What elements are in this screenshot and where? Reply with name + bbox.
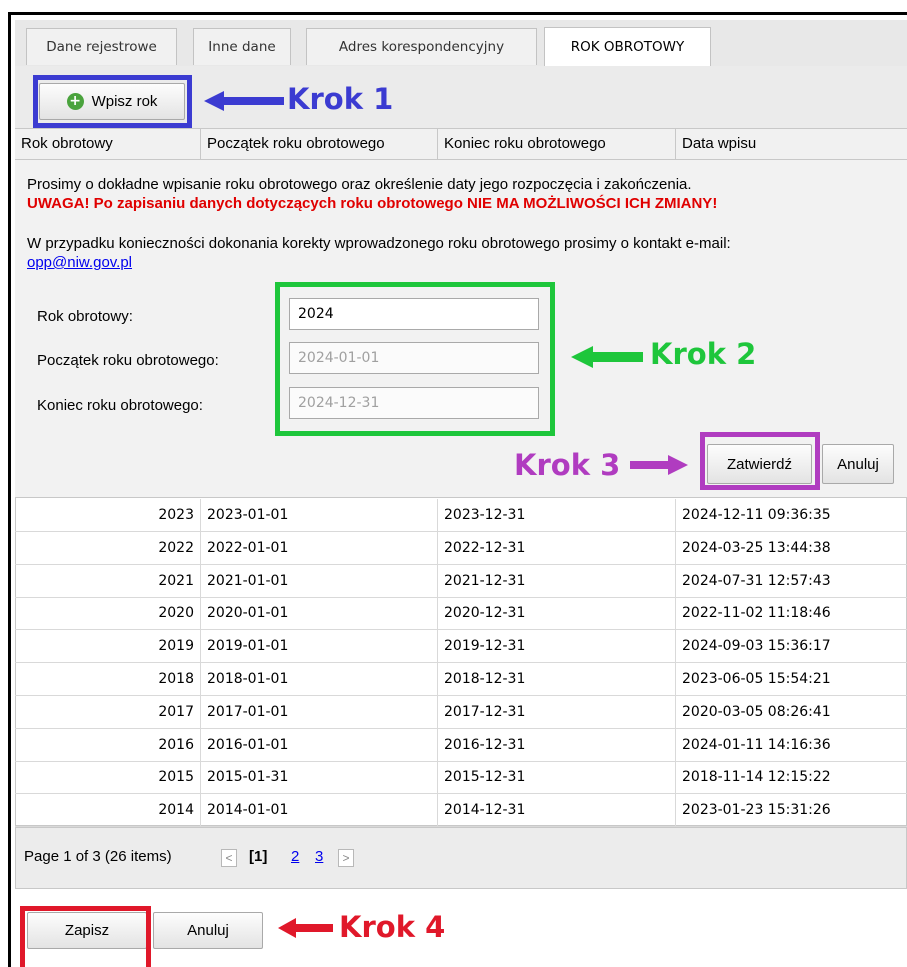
info-text: Prosimy o dokładne wpisanie roku obrotow… [27,176,692,193]
prev-page-button[interactable]: < [221,849,237,867]
contact-text: W przypadku konieczności dokonania korek… [27,235,731,252]
row-start-date: 2015-01-31 [201,761,438,794]
row-end-date: 2014-12-31 [438,794,676,827]
row-start-date: 2019-01-01 [201,630,438,663]
header-rok-obrotowy[interactable]: Rok obrotowy [15,129,201,159]
row-year: 2019 [15,630,201,663]
row-year: 2020 [15,597,201,630]
header-koniec[interactable]: Koniec roku obrotowego [438,129,676,159]
form-cancel-button[interactable]: Anuluj [822,444,894,484]
krok4-label: Krok 4 [339,910,446,944]
row-year: 2014 [15,794,201,827]
current-page: [1] [249,848,268,865]
warning-text: UWAGA! Po zapisaniu danych dotyczących r… [27,195,718,212]
row-entry-date: 2022-11-02 11:18:46 [682,605,831,622]
row-entry-date: 2018-11-14 12:15:22 [682,769,831,786]
table-row[interactable]: 2014 2014-01-01 2014-12-31 2023-01-23 15:31… [15,794,907,828]
row-year: 2017 [15,695,201,728]
krok3-highlight [700,432,820,490]
row-start-date: 2018-01-01 [201,663,438,695]
krok1-arrow-icon [204,91,284,111]
row-year: 2015 [15,761,201,794]
row-year: 2022 [15,531,201,564]
row-start-date: 2022-01-01 [201,531,438,564]
row-entry-date: 2023-06-05 15:54:21 [682,671,831,687]
row-start-date: 2021-01-01 [201,564,438,597]
table-row[interactable]: 2017 2017-01-01 2017-12-31 2020-03-05 08:26… [15,695,907,729]
row-entry-date: 2024-09-03 15:36:17 [682,638,831,655]
table-row[interactable]: 2022 2022-01-01 2022-12-31 2024-03-25 13:44… [15,531,907,565]
krok2-arrow-icon [571,346,643,368]
header-data-wpisu[interactable]: Data wpisu [676,129,907,159]
row-year: 2023 [15,499,201,531]
header-poczatek[interactable]: Początek roku obrotowego [201,129,438,159]
row-start-date: 2016-01-01 [201,728,438,761]
row-entry-date: 2024-07-31 12:57:43 [682,572,831,589]
row-end-date: 2019-12-31 [438,630,676,663]
row-end-date: 2015-12-31 [438,761,676,794]
row-start-date: 2017-01-01 [201,695,438,728]
krok2-highlight [275,282,555,436]
table-row[interactable]: 2023 2023-01-01 2023-12-31 2024-12-11 09:36… [15,499,907,532]
row-end-date: 2017-12-31 [438,695,676,728]
row-start-date: 2014-01-01 [201,794,438,827]
krok4-arrow-icon [278,918,333,938]
tab-rok-obrotowy[interactable]: ROK OBROTOWY [544,27,711,66]
page-3-link[interactable]: 3 [315,848,323,865]
tab-bar: Dane rejestrowe Inne dane Adres korespon… [15,20,907,67]
krok1-label: Krok 1 [287,82,394,116]
row-entry-date: 2024-01-11 14:16:36 [682,736,831,753]
row-end-date: 2020-12-31 [438,597,676,630]
table-row[interactable]: 2018 2018-01-01 2018-12-31 2023-06-05 15:54… [15,663,907,696]
tab-inne-dane[interactable]: Inne dane [193,28,291,65]
table-row[interactable]: 2021 2021-01-01 2021-12-31 2024-07-31 12:57… [15,564,907,598]
row-year: 2018 [15,663,201,695]
row-end-date: 2018-12-31 [438,663,676,695]
row-entry-date: 2024-12-11 09:36:35 [682,507,831,523]
row-end-date: 2022-12-31 [438,531,676,564]
email-link[interactable]: opp@niw.gov.pl [27,254,132,271]
row-entry-date: 2023-01-23 15:31:26 [682,802,831,819]
tab-adres-korespondencyjny[interactable]: Adres korespondencyjny [306,28,537,65]
table-row[interactable]: 2016 2016-01-01 2016-12-31 2024-01-11 14:16… [15,728,907,762]
krok1-highlight [33,75,192,128]
table-row[interactable]: 2020 2020-01-01 2020-12-31 2022-11-02 11:18… [15,597,907,631]
page-2-link[interactable]: 2 [291,848,299,865]
start-label: Początek roku obrotowego: [37,352,219,369]
next-page-button[interactable]: > [338,849,354,867]
year-label: Rok obrotowy: [37,308,133,325]
row-end-date: 2016-12-31 [438,728,676,761]
krok3-label: Krok 3 [514,448,621,482]
cancel-button[interactable]: Anuluj [153,912,263,949]
grid-header: Rok obrotowy Początek roku obrotowego Ko… [15,128,907,160]
row-end-date: 2023-12-31 [438,499,676,531]
table-row[interactable]: 2015 2015-01-31 2015-12-31 2018-11-14 12:15… [15,761,907,795]
row-start-date: 2023-01-01 [201,499,438,531]
row-year: 2021 [15,564,201,597]
row-start-date: 2020-01-01 [201,597,438,630]
krok3-arrow-icon [630,455,688,475]
krok2-label: Krok 2 [650,337,757,371]
tab-dane-rejestrowe[interactable]: Dane rejestrowe [26,28,177,65]
table-row[interactable]: 2019 2019-01-01 2019-12-31 2024-09-03 15:36… [15,630,907,664]
pager: Page 1 of 3 (26 items) < [1] 2 3 > [15,827,907,889]
row-entry-date: 2020-03-05 08:26:41 [682,703,831,720]
row-end-date: 2021-12-31 [438,564,676,597]
krok4-highlight [20,906,151,967]
end-label: Koniec roku obrotowego: [37,397,203,414]
row-entry-date: 2024-03-25 13:44:38 [682,539,831,556]
row-year: 2016 [15,728,201,761]
pager-summary: Page 1 of 3 (26 items) [24,848,172,865]
